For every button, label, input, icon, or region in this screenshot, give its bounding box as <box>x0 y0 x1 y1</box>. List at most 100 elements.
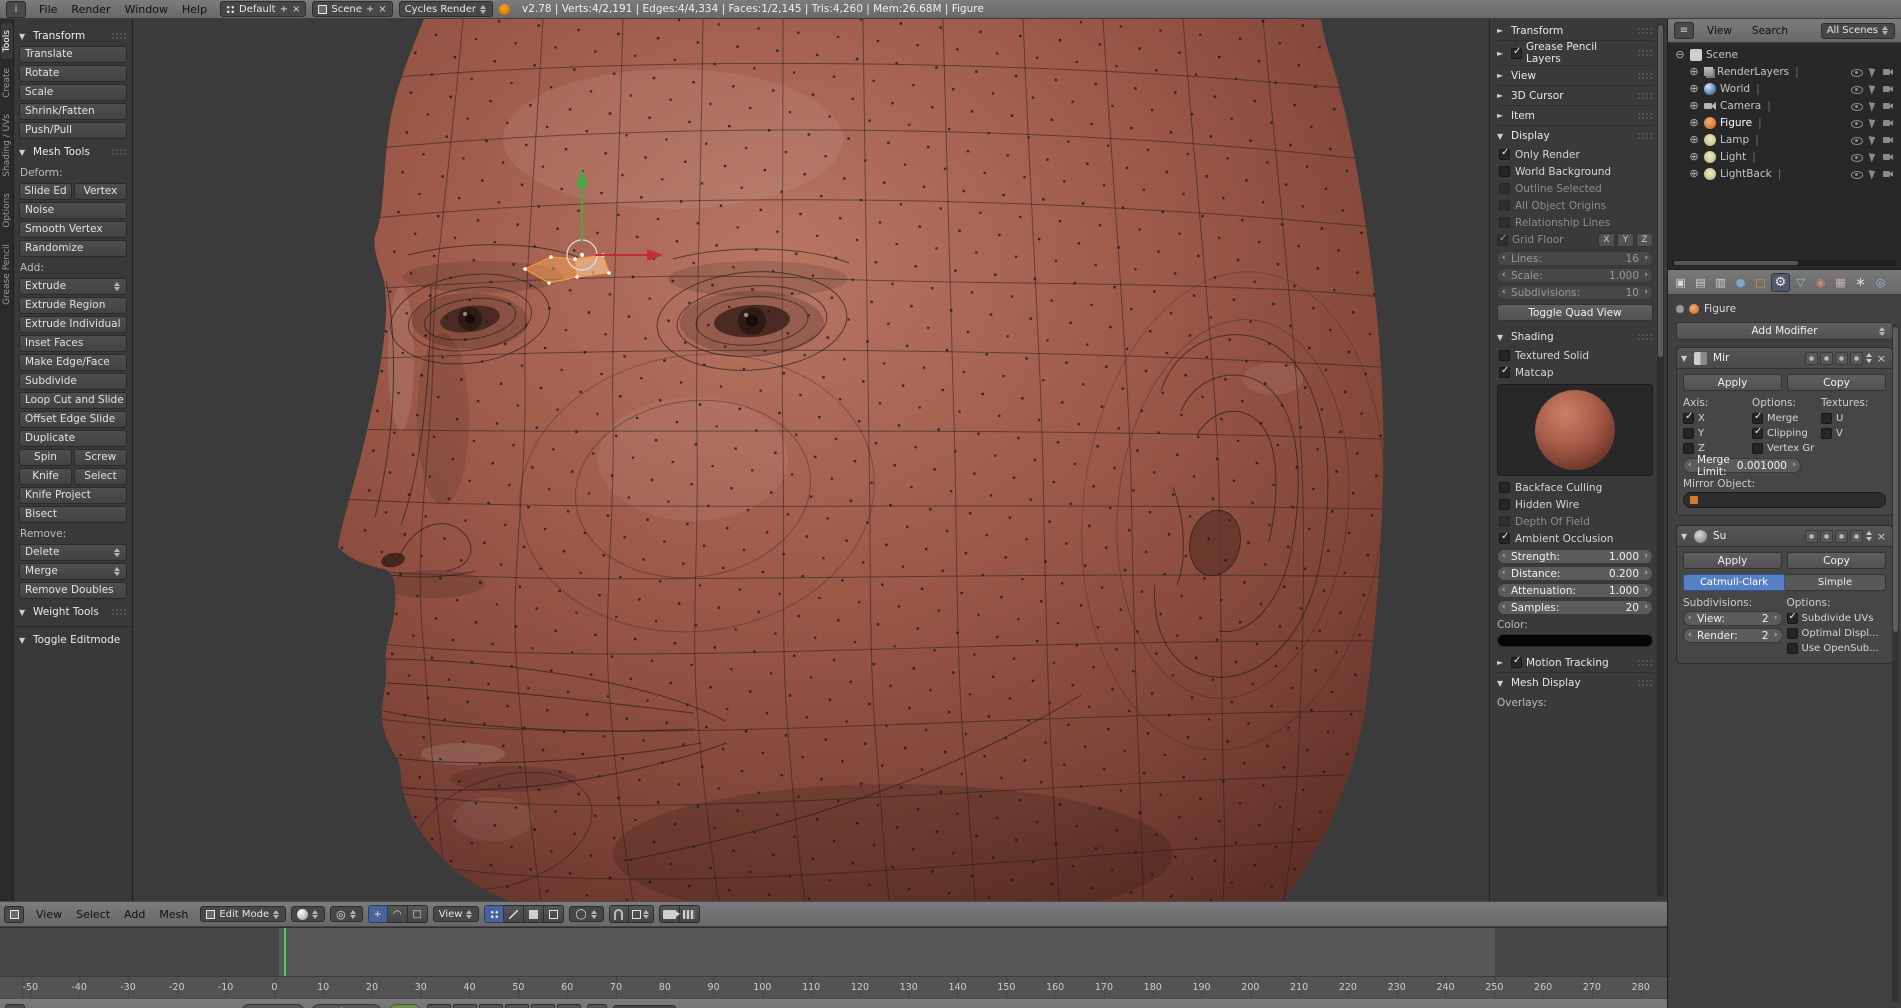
checkbox[interactable] <box>1683 428 1694 439</box>
decrement-icon[interactable] <box>1688 629 1692 642</box>
panel-header-weight-tools[interactable]: Weight Tools <box>19 602 127 622</box>
selectability-toggle-icon[interactable] <box>1867 117 1879 129</box>
increment-icon[interactable] <box>1644 269 1648 282</box>
visibility-toggle-icon[interactable] <box>1851 151 1863 163</box>
tool-button[interactable]: Scale <box>19 84 127 101</box>
transform-orientation-selector[interactable]: View <box>433 906 480 922</box>
properties-tab[interactable] <box>1851 273 1870 292</box>
number-field[interactable]: Strength: 1.000 <box>1497 549 1653 564</box>
scale-manipulator-button[interactable]: □ <box>408 905 428 923</box>
menu-item[interactable]: Help <box>175 3 214 16</box>
panel-header-grease-pencil[interactable]: Grease Pencil Layers <box>1497 41 1653 66</box>
scrollbar-thumb[interactable] <box>1893 327 1898 632</box>
npanel-scrollbar[interactable] <box>1657 23 1664 897</box>
checkbox-row[interactable]: V <box>1821 426 1886 441</box>
increment-icon[interactable] <box>1644 567 1648 580</box>
properties-tab[interactable] <box>1711 273 1730 292</box>
record-button[interactable] <box>587 1004 607 1008</box>
visibility-toggle-icon[interactable] <box>1851 168 1863 180</box>
mirror-object-field[interactable] <box>1683 492 1886 508</box>
renderability-toggle-icon[interactable] <box>1883 100 1895 112</box>
simple-button[interactable]: Simple <box>1785 574 1886 591</box>
checkbox-row[interactable]: Textured Solid <box>1499 347 1653 364</box>
properties-tab[interactable] <box>1731 273 1750 292</box>
toolshelf-tab[interactable]: Grease Pencil <box>1 237 13 312</box>
add-modifier-button[interactable]: Add Modifier <box>1676 322 1893 340</box>
increment-icon[interactable] <box>1644 601 1648 614</box>
remove-doubles-button[interactable]: Remove Doubles <box>19 582 127 599</box>
properties-tab[interactable] <box>1751 273 1770 292</box>
catmull-clark-button[interactable]: Catmull-Clark <box>1683 574 1785 591</box>
subsurf-modifier-header[interactable]: Su <box>1677 526 1892 547</box>
checkbox[interactable] <box>1752 413 1763 424</box>
checkbox-row[interactable]: All Object Origins <box>1499 197 1653 214</box>
tool-button[interactable]: Translate <box>19 46 127 63</box>
outliner-item[interactable]: Lamp <box>1672 131 1897 148</box>
visibility-toggle-icon[interactable] <box>1851 66 1863 78</box>
tool-button[interactable]: Shrink/Fatten <box>19 103 127 120</box>
timeline-editor-type-icon[interactable]: ◷ <box>5 1004 25 1008</box>
expand-icon[interactable] <box>1688 116 1700 129</box>
delete-scene-button[interactable] <box>378 4 386 15</box>
tool-button[interactable]: Loop Cut and Slide <box>19 392 127 409</box>
panel-header-transform[interactable]: Transform <box>19 26 127 46</box>
visibility-toggle-icon[interactable] <box>1851 83 1863 95</box>
render-subdivisions-field[interactable]: Render: 2 <box>1683 628 1783 643</box>
tool-button[interactable]: Extrude Individual <box>19 316 127 333</box>
checkbox[interactable] <box>1499 516 1510 527</box>
panel-header-3d-cursor[interactable]: 3D Cursor <box>1497 86 1653 106</box>
info-editor-type-icon[interactable]: i <box>6 1 26 18</box>
menu-item[interactable]: Add <box>117 908 152 921</box>
outliner-search-menu[interactable]: Search <box>1745 25 1795 37</box>
properties-tab[interactable] <box>1871 273 1890 292</box>
decrement-icon[interactable] <box>1502 550 1506 563</box>
opengl-render-anim-button[interactable] <box>680 905 700 923</box>
edge-select-button[interactable] <box>504 905 524 923</box>
tool-button[interactable]: Noise <box>19 202 127 219</box>
panel-header-view[interactable]: View <box>1497 66 1653 86</box>
renderability-toggle-icon[interactable] <box>1883 134 1895 146</box>
pivot-point-selector[interactable] <box>330 906 363 922</box>
axis-toggle-button[interactable]: Y <box>1617 233 1634 247</box>
checkbox[interactable] <box>1752 428 1763 439</box>
opengl-render-image-button[interactable] <box>659 905 680 923</box>
3d-viewport-canvas[interactable] <box>133 19 1489 901</box>
checkbox[interactable] <box>1787 643 1798 654</box>
delete-modifier-icon[interactable] <box>1875 352 1888 365</box>
selectability-toggle-icon[interactable] <box>1867 134 1879 146</box>
panel-grip-icon[interactable] <box>1637 679 1653 687</box>
outliner-item[interactable]: Camera <box>1672 97 1897 114</box>
increment-icon[interactable] <box>1644 286 1648 299</box>
decrement-icon[interactable] <box>1502 286 1506 299</box>
decrement-icon[interactable] <box>1502 252 1506 265</box>
outliner-item[interactable]: RenderLayers <box>1672 63 1897 80</box>
decrement-icon[interactable] <box>1502 584 1506 597</box>
face-select-button[interactable] <box>524 905 544 923</box>
checkbox[interactable] <box>1499 149 1510 160</box>
renderability-toggle-icon[interactable] <box>1883 168 1895 180</box>
renderability-toggle-icon[interactable] <box>1883 117 1895 129</box>
visibility-toggle-icon[interactable] <box>1851 100 1863 112</box>
axis-toggle-button[interactable]: X <box>1598 233 1615 247</box>
visibility-toggle-icon[interactable] <box>1851 117 1863 129</box>
panel-grip-icon[interactable] <box>1637 49 1653 57</box>
spin-button[interactable]: Spin <box>19 449 72 466</box>
toggle-quad-view-button[interactable]: Toggle Quad View <box>1497 304 1653 321</box>
increment-icon[interactable] <box>1774 629 1778 642</box>
outliner-editor-type-icon[interactable]: ≡ <box>1674 22 1694 39</box>
tool-button[interactable]: Make Edge/Face <box>19 354 127 371</box>
properties-tab[interactable] <box>1791 273 1810 292</box>
checkbox-row[interactable]: Matcap <box>1499 364 1653 381</box>
expand-icon[interactable] <box>1688 65 1700 78</box>
outliner-item[interactable]: World <box>1672 80 1897 97</box>
edit-mode-display-icon[interactable] <box>1835 352 1848 365</box>
checkbox[interactable] <box>1683 413 1694 424</box>
vertex-select-button[interactable] <box>484 905 504 923</box>
panel-header-mesh-tools[interactable]: Mesh Tools <box>19 142 127 162</box>
motion-tracking-checkbox[interactable] <box>1511 657 1522 668</box>
checkbox-row[interactable]: Depth Of Field <box>1499 513 1653 530</box>
grease-pencil-checkbox[interactable] <box>1511 48 1522 59</box>
toolshelf-tab[interactable]: Options <box>1 186 13 235</box>
reorder-buttons[interactable] <box>1866 531 1872 541</box>
proportional-edit-selector[interactable] <box>569 906 603 922</box>
